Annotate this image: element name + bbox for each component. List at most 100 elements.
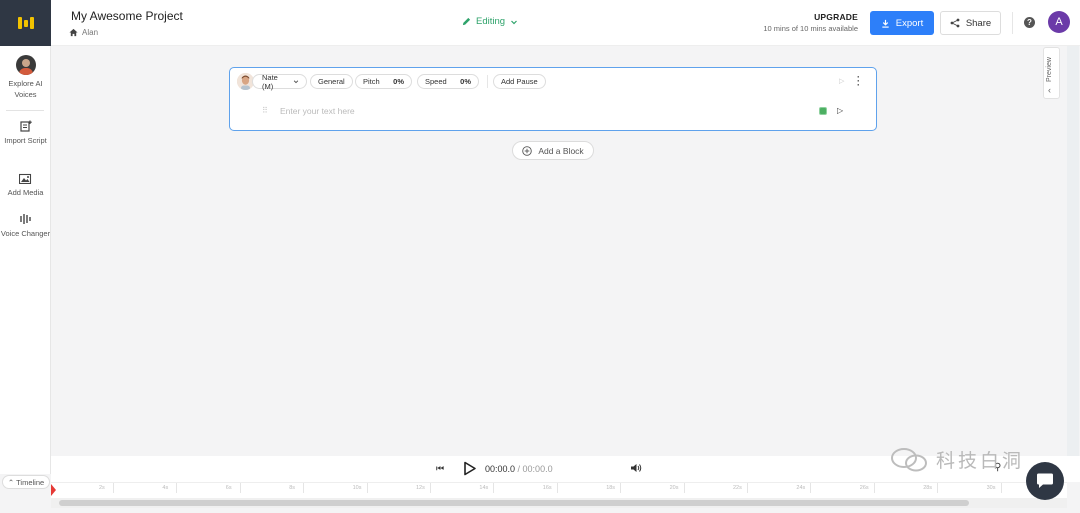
chat-button[interactable] xyxy=(1026,462,1064,500)
drag-handle-icon[interactable]: ⠿ xyxy=(262,106,268,115)
watermark-text: 科技白洞 xyxy=(936,451,1025,472)
timeline-tick xyxy=(937,483,939,493)
pitch-label: Pitch xyxy=(363,77,380,86)
script-block[interactable]: Nate (M) General Pitch 0% Speed 0% Add P… xyxy=(229,67,877,131)
export-button[interactable]: Export xyxy=(870,11,934,35)
share-icon xyxy=(950,18,960,28)
total-time: 00:00.0 xyxy=(522,464,553,474)
chevron-left-icon: ‹ xyxy=(1048,85,1051,95)
add-pause-button[interactable]: Add Pause xyxy=(493,74,546,89)
pencil-icon xyxy=(462,17,471,26)
project-title[interactable]: My Awesome Project xyxy=(71,9,183,23)
sidebar-divider xyxy=(6,110,44,111)
skip-back-icon[interactable]: ⏮ xyxy=(436,463,444,474)
breadcrumb[interactable]: Alan xyxy=(69,28,98,37)
chevron-down-icon xyxy=(293,80,299,84)
scrollbar-thumb[interactable] xyxy=(59,500,969,506)
help-icon[interactable]: ? xyxy=(1024,17,1035,28)
play-block-icon[interactable]: ▷ xyxy=(839,77,844,85)
speed-value: 0% xyxy=(460,77,471,86)
pitch-control[interactable]: Pitch 0% xyxy=(355,74,412,89)
timeline-tick xyxy=(113,483,114,493)
play-icon[interactable]: ▷ xyxy=(837,106,843,115)
sidebar-item-label: Explore AI Voices xyxy=(8,79,43,99)
play-icon[interactable] xyxy=(463,461,477,476)
pitch-value: 0% xyxy=(393,77,404,86)
voice-selector[interactable]: Nate (M) xyxy=(252,72,307,91)
status-indicator xyxy=(819,107,827,115)
timeline-tick xyxy=(176,483,178,493)
sidebar-item-voice-changer[interactable]: Voice Changer xyxy=(0,213,51,239)
time-separator: / xyxy=(515,464,523,474)
timeline-tick-label: 30s xyxy=(986,485,996,491)
timeline-tick-label: 6s xyxy=(225,485,232,491)
timeline-toggle[interactable]: ⌃ Timeline xyxy=(2,475,50,489)
sidebar-item-label: Voice Changer xyxy=(0,229,51,238)
add-pause-label: Add Pause xyxy=(501,77,538,86)
sidebar-item-import-script[interactable]: Import Script xyxy=(0,120,51,146)
timeline-tick-label: 2s xyxy=(99,485,105,491)
block-text-input[interactable] xyxy=(280,103,780,119)
timeline-tick-label: 8s xyxy=(289,485,295,491)
timeline-tick xyxy=(493,483,495,493)
timeline-tick xyxy=(683,483,685,493)
share-label: Share xyxy=(965,17,992,29)
playhead-marker[interactable] xyxy=(51,484,56,496)
share-button[interactable]: Share xyxy=(940,11,1001,35)
style-button[interactable]: General xyxy=(310,74,353,89)
timeline-tick xyxy=(303,483,305,493)
media-icon xyxy=(19,173,32,184)
vertical-scrollbar[interactable] xyxy=(1067,46,1079,456)
plus-circle-icon xyxy=(522,145,533,156)
export-label: Export xyxy=(895,17,924,29)
wechat-icon xyxy=(891,447,927,471)
timeline-tick xyxy=(430,483,431,493)
timeline-tick xyxy=(556,483,558,493)
timeline-ruler[interactable]: 2s 4s 6s 8s 10s 12s 14s 16s 18s 20s 22s 24s 26s 28s 30… xyxy=(51,482,1067,498)
mode-dropdown[interactable]: Editing xyxy=(462,16,518,27)
timeline-tick xyxy=(239,483,241,493)
add-block-label: Add a Block xyxy=(538,145,584,156)
home-icon xyxy=(69,28,78,37)
upgrade-info[interactable]: UPGRADE 10 mins of 10 mins available xyxy=(763,12,858,33)
current-time: 00:00.0 xyxy=(485,464,516,474)
timeline-tick-label: 10s xyxy=(352,485,362,491)
top-header: My Awesome Project Alan Editing UPGRADE … xyxy=(51,0,1080,46)
sidebar-item-explore-voices[interactable]: Explore AI Voices xyxy=(0,55,51,100)
timeline-tick-label: 12s xyxy=(416,485,425,491)
more-options-icon[interactable]: · · · xyxy=(857,73,860,90)
voice-avatar-icon xyxy=(15,55,36,75)
timeline-tick-label: 16s xyxy=(542,485,552,491)
voice-name: Nate (M) xyxy=(262,72,278,91)
add-block-button[interactable]: Add a Block xyxy=(512,141,594,160)
timeline-tick xyxy=(810,483,812,493)
preview-label: Preview xyxy=(1046,57,1053,82)
preview-panel-toggle[interactable]: Preview ‹ xyxy=(1043,47,1060,99)
sidebar-item-label: Add Media xyxy=(7,188,44,197)
left-sidebar: Explore AI Voices Import Script Add Medi… xyxy=(0,0,51,474)
timeline-tick xyxy=(1000,483,1002,493)
download-icon xyxy=(882,19,889,28)
logo-icon xyxy=(17,17,34,29)
sidebar-item-add-media[interactable]: Add Media xyxy=(0,173,51,198)
timeline-tick-label: 4s xyxy=(162,485,169,491)
timeline-tick-label: 14s xyxy=(479,485,489,491)
volume-icon[interactable] xyxy=(630,462,642,474)
timeline-tick xyxy=(366,483,368,493)
breadcrumb-label: Alan xyxy=(82,28,99,37)
chevron-up-icon: ⌃ xyxy=(7,477,15,487)
horizontal-scrollbar[interactable] xyxy=(51,498,1067,508)
speed-label: Speed xyxy=(425,77,447,86)
user-avatar[interactable]: A xyxy=(1048,11,1070,33)
voice-changer-icon xyxy=(19,214,31,224)
usage-text: 10 mins of 10 mins available xyxy=(763,24,858,33)
style-label: General xyxy=(318,77,345,86)
app-logo[interactable] xyxy=(0,0,51,46)
upgrade-link[interactable]: UPGRADE xyxy=(763,12,858,22)
timeline-tick xyxy=(747,483,748,493)
speed-control[interactable]: Speed 0% xyxy=(417,74,479,89)
timeline-tick-label: 24s xyxy=(796,485,806,491)
time-readout: 00:00.0 / 00:00.0 xyxy=(485,464,553,474)
timeline-label: Timeline xyxy=(16,477,45,487)
toolbar-divider xyxy=(487,75,488,88)
